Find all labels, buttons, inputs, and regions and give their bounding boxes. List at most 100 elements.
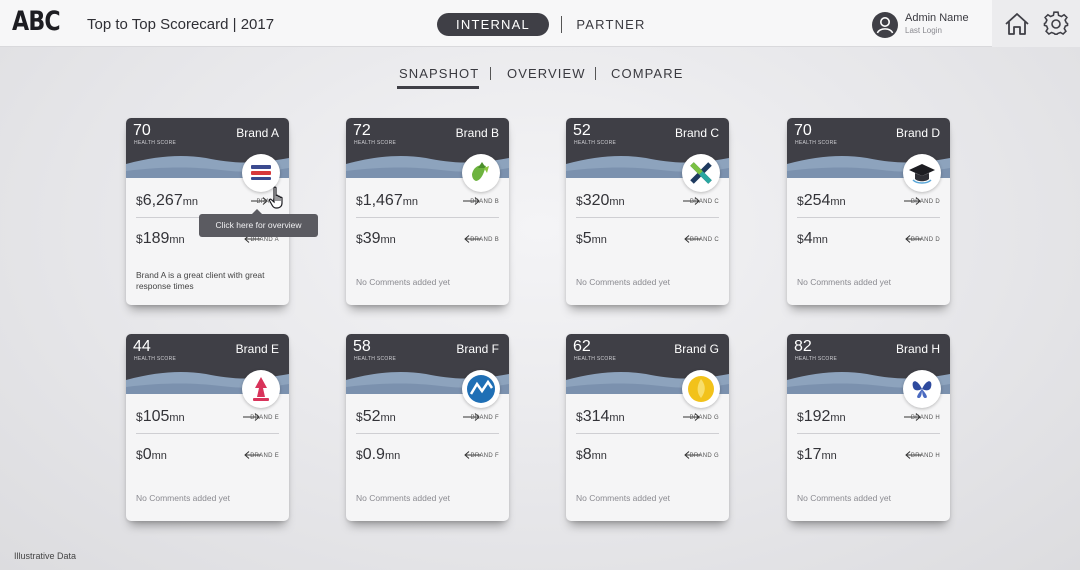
outbound-target: BRAND F <box>470 415 499 421</box>
inbound-amount: $8mn <box>576 446 607 463</box>
home-icon[interactable] <box>1004 12 1030 36</box>
green-leaf-logo-icon[interactable] <box>462 154 500 192</box>
health-score-value: 62 <box>573 338 591 355</box>
health-score-label: HEALTH SCORE <box>354 140 397 146</box>
tab-overview[interactable]: OVERVIEW <box>507 66 586 81</box>
inbound-source: BRAND H <box>910 453 940 459</box>
card-comment: No Comments added yet <box>797 493 892 503</box>
inbound-source: BRAND G <box>689 453 719 459</box>
last-login-label: Last Login <box>905 26 942 35</box>
health-score-value: 58 <box>353 338 371 355</box>
brand-card[interactable]: 70 HEALTH SCORE Brand D $254mn BRAND D $… <box>787 118 950 305</box>
health-score-value: 70 <box>133 122 151 139</box>
inbound-row: $5mn BRAND C <box>576 226 719 254</box>
outbound-amount: $105mn <box>136 408 185 425</box>
outbound-row: $320mn BRAND C <box>576 188 719 218</box>
red-figure-logo-icon[interactable] <box>242 370 280 408</box>
inbound-row: $8mn BRAND G <box>576 442 719 470</box>
brand-name: Brand D <box>895 126 940 140</box>
health-score-label: HEALTH SCORE <box>354 356 397 362</box>
inbound-amount: $0mn <box>136 446 167 463</box>
outbound-amount: $6,267mn <box>136 192 199 209</box>
blue-chart-logo-icon[interactable] <box>462 370 500 408</box>
tab-snapshot[interactable]: SNAPSHOT <box>399 66 479 81</box>
footnote: Illustrative Data <box>14 551 77 561</box>
outbound-target: BRAND D <box>910 199 940 205</box>
inbound-source: BRAND C <box>689 237 719 243</box>
brand-name: Brand H <box>895 342 940 356</box>
outbound-amount: $314mn <box>576 408 625 425</box>
card-comment: No Comments added yet <box>797 277 892 287</box>
card-comment: No Comments added yet <box>576 277 671 287</box>
card-comment: Brand A is a great client with great res… <box>136 270 265 291</box>
brand-card[interactable]: 52 HEALTH SCORE Brand C $320mn BRAND C $… <box>566 118 729 305</box>
outbound-target: BRAND H <box>910 415 940 421</box>
toggle-partner[interactable]: PARTNER <box>574 13 648 36</box>
outbound-row: $52mn BRAND F <box>356 404 499 434</box>
outbound-row: $105mn BRAND E <box>136 404 279 434</box>
inbound-amount: $5mn <box>576 230 607 247</box>
toggle-divider <box>561 16 562 33</box>
card-comment: No Comments added yet <box>136 493 231 503</box>
card-comment: No Comments added yet <box>576 493 671 503</box>
health-score-label: HEALTH SCORE <box>574 356 617 362</box>
brand-card[interactable]: 62 HEALTH SCORE Brand G $314mn BRAND G $… <box>566 334 729 521</box>
outbound-target: BRAND G <box>689 415 719 421</box>
outbound-target: BRAND E <box>250 415 279 421</box>
card-comment: No Comments added yet <box>356 493 451 503</box>
outbound-amount: $52mn <box>356 408 396 425</box>
brand-name: Brand G <box>674 342 719 356</box>
brand-card[interactable]: 70 HEALTH SCORE Brand A $6,267mn BRAND $… <box>126 118 289 305</box>
outbound-target: BRAND B <box>470 199 499 205</box>
page-title: Top to Top Scorecard | 2017 <box>87 16 275 33</box>
health-score-label: HEALTH SCORE <box>574 140 617 146</box>
overview-tooltip: Click here for overview <box>199 209 318 237</box>
outbound-amount: $192mn <box>797 408 846 425</box>
health-score-value: 44 <box>133 338 151 355</box>
inbound-source: BRAND E <box>250 453 279 459</box>
brand-card[interactable]: 44 HEALTH SCORE Brand E $105mn BRAND E $… <box>126 334 289 521</box>
brand-card[interactable]: 82 HEALTH SCORE Brand H $192mn BRAND H $… <box>787 334 950 521</box>
health-score-value: 82 <box>794 338 812 355</box>
outbound-row: $1,467mn BRAND B <box>356 188 499 218</box>
health-score-label: HEALTH SCORE <box>795 356 838 362</box>
outbound-row: $192mn BRAND H <box>797 404 940 434</box>
inbound-row: $4mn BRAND D <box>797 226 940 254</box>
card-comment: No Comments added yet <box>356 277 451 287</box>
outbound-row: $254mn BRAND D <box>797 188 940 218</box>
health-score-value: 52 <box>573 122 591 139</box>
active-tab-indicator <box>397 86 479 89</box>
outbound-amount: $254mn <box>797 192 846 209</box>
yellow-flame-logo-icon[interactable] <box>682 370 720 408</box>
outbound-target: BRAND C <box>689 199 719 205</box>
hand-cursor-icon <box>268 186 283 209</box>
butterfly-logo-icon[interactable] <box>903 370 941 408</box>
inbound-amount: $17mn <box>797 446 837 463</box>
inbound-source: BRAND F <box>470 453 499 459</box>
health-score-label: HEALTH SCORE <box>795 140 838 146</box>
health-score-label: HEALTH SCORE <box>134 356 177 362</box>
inbound-source: BRAND A <box>250 237 279 243</box>
graduation-cap-logo-icon[interactable] <box>903 154 941 192</box>
brand-card[interactable]: 58 HEALTH SCORE Brand F $52mn BRAND F $0… <box>346 334 509 521</box>
tab-compare[interactable]: COMPARE <box>611 66 683 81</box>
inbound-row: $0mn BRAND E <box>136 442 279 470</box>
health-score-value: 70 <box>794 122 812 139</box>
outbound-amount: $320mn <box>576 192 625 209</box>
x-mark-logo-icon[interactable] <box>682 154 720 192</box>
outbound-row: $314mn BRAND G <box>576 404 719 434</box>
user-icon[interactable] <box>872 12 898 38</box>
brand-card[interactable]: 72 HEALTH SCORE Brand B $1,467mn BRAND B… <box>346 118 509 305</box>
tab-divider <box>490 67 491 80</box>
toggle-internal[interactable]: INTERNAL <box>437 13 549 36</box>
inbound-row: $0.9mn BRAND F <box>356 442 499 470</box>
gear-icon[interactable] <box>1043 11 1069 37</box>
outbound-amount: $1,467mn <box>356 192 419 209</box>
inbound-amount: $0.9mn <box>356 446 401 463</box>
brand-name: Brand C <box>674 126 719 140</box>
brand-name: Brand A <box>236 126 279 140</box>
brand-name: Brand B <box>455 126 499 140</box>
inbound-amount: $39mn <box>356 230 396 247</box>
app-logo[interactable]: ABC <box>12 6 61 37</box>
user-name[interactable]: Admin Name <box>905 12 969 24</box>
